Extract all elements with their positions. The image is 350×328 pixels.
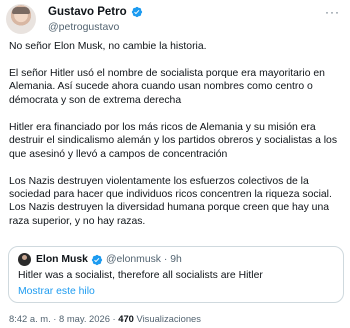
author-avatar[interactable]	[6, 4, 36, 34]
author-display-name[interactable]: Gustavo Petro	[48, 6, 127, 18]
show-thread-link[interactable]: Mostrar este hilo	[18, 286, 95, 297]
tweet-timestamp[interactable]: 8:42 a. m. · 8 may. 2026 ·	[9, 313, 118, 324]
tweet-paragraph: Hitler era financiado por los más ricos …	[9, 121, 338, 160]
tweet-paragraph: No señor Elon Musk, no cambie la histori…	[9, 41, 207, 52]
quoted-text: Hitler was a socialist, therefore all so…	[18, 270, 263, 281]
tweet-text: No señor Elon Musk, no cambie la histori…	[9, 40, 343, 242]
tweet-header: Gustavo Petro @petrogustavo ···	[6, 4, 344, 38]
quoted-author-name: Elon Musk	[36, 254, 88, 265]
tweet-meta: 8:42 a. m. · 8 may. 2026 · 470 Visualiza…	[9, 313, 201, 324]
tweet-paragraph: Los Nazis destruyen violentamente los es…	[9, 175, 332, 227]
verified-badge-icon	[131, 6, 142, 18]
views-label: Visualizaciones	[133, 313, 201, 324]
views-count: 470	[118, 313, 134, 324]
author-name-row: Gustavo Petro	[48, 6, 143, 18]
author-handle[interactable]: @petrogustavo	[48, 21, 119, 33]
quoted-handle-time: @elonmusk · 9h	[105, 254, 182, 265]
quoted-tweet[interactable]: Elon Musk @elonmusk · 9h Hitler was a so…	[8, 246, 344, 303]
tweet-paragraph: El señor Hitler usó el nombre de sociali…	[9, 68, 325, 106]
more-options-icon[interactable]: ···	[325, 6, 340, 18]
quoted-author-row: Elon Musk @elonmusk · 9h	[18, 253, 182, 266]
quoted-author-avatar	[18, 253, 31, 266]
verified-badge-icon	[91, 254, 103, 265]
